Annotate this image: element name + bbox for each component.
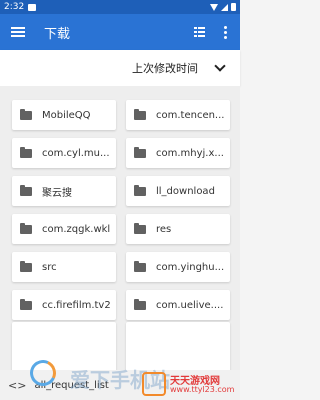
hamburger-menu-icon xyxy=(11,27,25,37)
view-mode-button[interactable] xyxy=(188,21,210,43)
folder-name: com.yinghu... xyxy=(156,261,225,273)
signal-icon xyxy=(221,3,228,11)
status-bar: 2:32 xyxy=(0,0,240,14)
folder-icon xyxy=(20,222,32,234)
folder-icon xyxy=(134,222,146,234)
folder-icon xyxy=(20,260,32,272)
file-grid: MobileQQ com.tencen... com.cyl.mu... com… xyxy=(12,100,234,320)
folder-item[interactable]: com.yinghu... xyxy=(126,252,230,282)
folder-icon xyxy=(20,108,32,120)
sort-bar[interactable]: 上次修改时间 xyxy=(0,50,240,86)
badge-logo-icon xyxy=(142,372,166,396)
status-time: 2:32 xyxy=(4,2,25,12)
badge-url: www.ttyl23.com xyxy=(170,385,235,394)
folder-item[interactable]: com.tencen... xyxy=(126,100,230,130)
folder-item[interactable]: src xyxy=(12,252,116,282)
folder-icon xyxy=(20,184,32,196)
folder-icon xyxy=(20,298,32,310)
folder-item[interactable]: com.uelive.... xyxy=(126,290,230,320)
battery-icon xyxy=(231,3,236,11)
watermark-badge: 天天游戏网 www.ttyl23.com xyxy=(140,370,240,400)
folder-name: src xyxy=(42,261,57,273)
folder-name: res xyxy=(156,223,172,235)
folder-item[interactable]: 聚云搜 xyxy=(12,176,116,206)
folder-item[interactable]: res xyxy=(126,214,230,244)
folder-item[interactable]: com.zqgk.wkl xyxy=(12,214,116,244)
more-vert-icon xyxy=(223,25,227,39)
folder-name: 聚云搜 xyxy=(42,187,72,199)
folder-item[interactable]: cc.firefilm.tv2 xyxy=(12,290,116,320)
sort-label: 上次修改时间 xyxy=(132,62,198,75)
folder-name: com.mhyj.x... xyxy=(156,147,224,159)
image-notification-icon xyxy=(28,3,37,11)
folder-name: com.cyl.mu... xyxy=(42,147,110,159)
file-grid-area: MobileQQ com.tencen... com.cyl.mu... com… xyxy=(0,86,240,400)
more-options-button[interactable] xyxy=(214,21,236,43)
folder-name: ll_download xyxy=(156,185,215,197)
page-title: 下载 xyxy=(44,26,71,42)
folder-name: cc.firefilm.tv2 xyxy=(42,299,111,311)
folder-icon xyxy=(20,146,32,158)
menu-button[interactable] xyxy=(0,14,36,50)
wifi-icon xyxy=(210,3,218,11)
folder-icon xyxy=(134,298,146,310)
folder-icon xyxy=(134,146,146,158)
folder-name: MobileQQ xyxy=(42,109,91,121)
list-view-icon xyxy=(193,27,205,37)
folder-icon xyxy=(134,260,146,272)
app-bar: 下载 xyxy=(0,14,240,50)
chevron-down-icon[interactable] xyxy=(214,60,226,72)
folder-item[interactable]: MobileQQ xyxy=(12,100,116,130)
folder-item[interactable]: ll_download xyxy=(126,176,230,206)
code-icon: <> xyxy=(8,378,27,392)
folder-item[interactable]: com.mhyj.x... xyxy=(126,138,230,168)
folder-icon xyxy=(134,184,146,196)
status-indicators xyxy=(210,3,236,11)
folder-item[interactable]: com.cyl.mu... xyxy=(12,138,116,168)
folder-name: com.uelive.... xyxy=(156,299,224,311)
folder-icon xyxy=(134,108,146,120)
folder-name: com.zqgk.wkl xyxy=(42,223,111,235)
appbar-actions xyxy=(188,21,236,43)
folder-name: com.tencen... xyxy=(156,109,225,121)
